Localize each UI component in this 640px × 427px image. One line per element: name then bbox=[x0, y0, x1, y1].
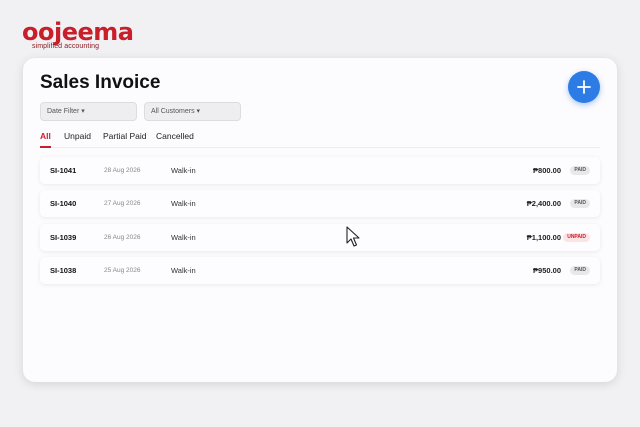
invoice-row[interactable]: SI-1038 25 Aug 2026 Walk-in ₱950.00 PAID bbox=[40, 257, 600, 284]
plus-icon bbox=[577, 80, 591, 94]
invoice-number: SI-1040 bbox=[50, 199, 77, 208]
tab-unpaid[interactable]: Unpaid bbox=[64, 131, 91, 147]
invoice-row[interactable]: SI-1041 28 Aug 2026 Walk-in ₱800.00 PAID bbox=[40, 157, 600, 184]
brand-tagline: simplified accounting bbox=[32, 43, 100, 50]
invoice-row[interactable]: SI-1039 26 Aug 2026 Walk-in ₱1,100.00 UN… bbox=[40, 224, 600, 251]
invoice-number: SI-1038 bbox=[50, 266, 77, 275]
status-badge: PAID bbox=[570, 266, 590, 275]
invoice-amount: ₱950.00 bbox=[533, 266, 561, 275]
sales-invoice-panel: Sales Invoice Date Filter ▾ All Customer… bbox=[23, 58, 617, 382]
invoice-amount: ₱2,400.00 bbox=[526, 199, 561, 208]
brand-name: oojeema bbox=[22, 18, 134, 46]
status-badge: UNPAID bbox=[563, 233, 590, 242]
add-invoice-button[interactable] bbox=[568, 71, 600, 103]
page-title: Sales Invoice bbox=[40, 72, 161, 93]
invoice-date: 26 Aug 2026 bbox=[104, 234, 141, 241]
tab-cancelled[interactable]: Cancelled bbox=[156, 131, 194, 147]
brand-logo[interactable]: oojeema simplified accounting bbox=[22, 18, 134, 53]
invoice-number: SI-1041 bbox=[50, 166, 77, 175]
invoice-date: 27 Aug 2026 bbox=[104, 200, 141, 207]
mouse-cursor-icon bbox=[346, 226, 360, 247]
status-badge: PAID bbox=[570, 199, 590, 208]
invoice-customer: Walk-in bbox=[171, 233, 196, 242]
status-tabs: All Unpaid Partial Paid Cancelled bbox=[40, 131, 600, 148]
status-badge: PAID bbox=[570, 166, 590, 175]
invoice-date: 25 Aug 2026 bbox=[104, 267, 141, 274]
invoice-customer: Walk-in bbox=[171, 266, 196, 275]
invoice-row[interactable]: SI-1040 27 Aug 2026 Walk-in ₱2,400.00 PA… bbox=[40, 190, 600, 217]
invoice-customer: Walk-in bbox=[171, 199, 196, 208]
invoice-date: 28 Aug 2026 bbox=[104, 167, 141, 174]
tab-partial-paid[interactable]: Partial Paid bbox=[103, 131, 146, 147]
date-filter-select[interactable]: Date Filter ▾ bbox=[40, 102, 137, 121]
invoice-amount: ₱800.00 bbox=[533, 166, 561, 175]
tab-all[interactable]: All bbox=[40, 131, 51, 148]
invoice-number: SI-1039 bbox=[50, 233, 77, 242]
invoice-amount: ₱1,100.00 bbox=[526, 233, 561, 242]
customer-filter-select[interactable]: All Customers ▾ bbox=[144, 102, 241, 121]
invoice-customer: Walk-in bbox=[171, 166, 196, 175]
